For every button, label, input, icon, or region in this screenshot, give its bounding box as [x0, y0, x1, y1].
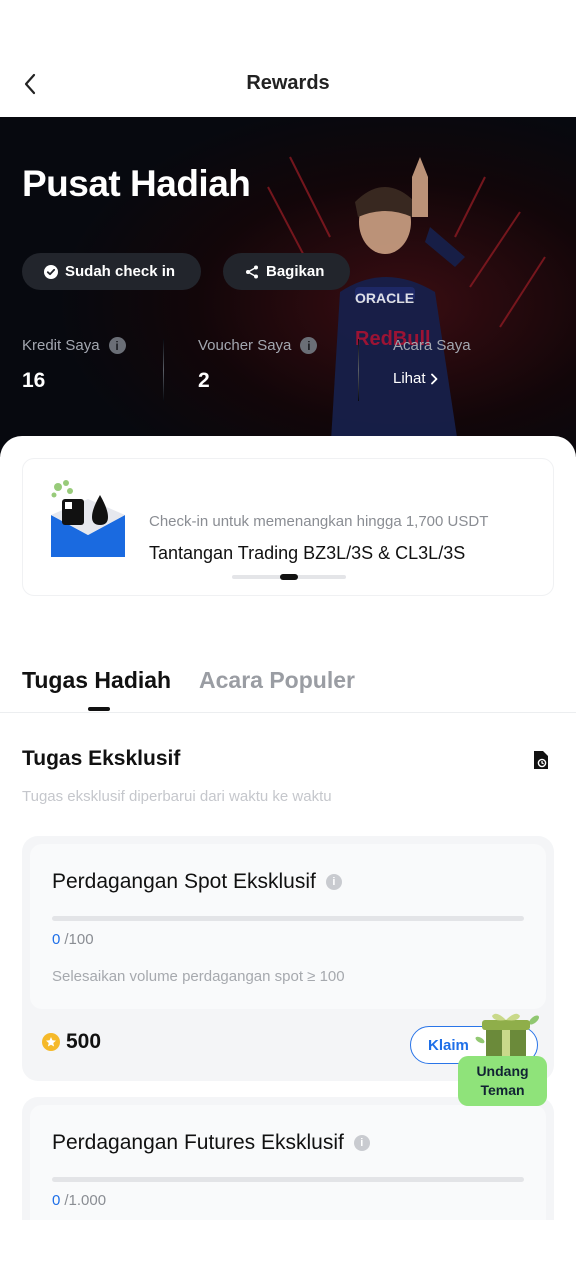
checkin-status-button[interactable]: Sudah check in — [22, 253, 201, 290]
banner-subtitle: Check-in untuk memenangkan hingga 1,700 … — [149, 513, 489, 530]
stat-divider — [358, 339, 359, 401]
invite-friends-button[interactable]: Undang Teman — [458, 1010, 548, 1106]
task-reward-value: 500 — [66, 1030, 102, 1053]
events-label: Acara Saya — [393, 337, 471, 354]
info-icon[interactable]: i — [108, 337, 126, 354]
voucher-label: Voucher Saya — [198, 337, 292, 354]
share-label: Bagikan — [266, 263, 325, 280]
task-title: Perdagangan Spot Eksklusif — [52, 870, 316, 893]
tab-active-indicator — [88, 707, 110, 711]
events-view-link[interactable]: Lihat — [393, 370, 471, 387]
events-link-label: Lihat — [393, 370, 426, 387]
banner-pager — [232, 574, 346, 580]
progress-target: /100 — [64, 931, 94, 948]
checkin-label: Sudah check in — [65, 263, 176, 280]
content-sheet: Check-in untuk memenangkan hingga 1,700 … — [0, 436, 576, 1280]
invite-line2: Teman — [480, 1082, 525, 1098]
info-icon[interactable]: i — [325, 874, 342, 890]
tab-popular-events[interactable]: Acara Populer — [199, 667, 355, 694]
voucher-stat[interactable]: Voucher Saya i 2 — [198, 337, 318, 393]
brent-oil-icon — [51, 480, 125, 557]
banner-title: Tantangan Trading BZ3L/3S & CL3L/3S — [149, 543, 466, 563]
progress-current: 0 — [52, 1192, 61, 1209]
task-reward: 500 — [42, 1030, 101, 1054]
credit-label: Kredit Saya — [22, 337, 100, 354]
share-button[interactable]: Bagikan — [223, 253, 350, 290]
task-progress-text: 0/1.000 — [52, 1192, 106, 1209]
task-title-row: Perdagangan Spot Eksklusif i — [52, 870, 342, 894]
rewards-hero: ORACLE RedBull Pusat Hadiah Sudah check … — [0, 117, 576, 457]
section-title: Tugas Eksklusif — [22, 747, 181, 770]
hero-title: Pusat Hadiah — [22, 163, 251, 204]
info-icon[interactable]: i — [353, 1135, 370, 1151]
share-icon — [246, 265, 258, 278]
progress-current: 0 — [52, 931, 61, 948]
voucher-value: 2 — [198, 369, 210, 392]
tab-reward-tasks[interactable]: Tugas Hadiah — [22, 667, 171, 694]
credit-stat[interactable]: Kredit Saya i 16 — [22, 337, 126, 393]
page-title: Rewards — [246, 72, 330, 94]
stat-divider — [163, 339, 164, 401]
info-icon[interactable]: i — [300, 337, 318, 354]
task-progress-text: 0/100 — [52, 931, 94, 948]
task-title-row: Perdagangan Futures Eksklusif i — [52, 1131, 370, 1155]
section-subtitle: Tugas eksklusif diperbarui dari waktu ke… — [22, 788, 332, 805]
top-bar: Rewards — [0, 0, 576, 117]
invite-line1: Undang — [476, 1063, 529, 1079]
task-title: Perdagangan Futures Eksklusif — [52, 1131, 344, 1154]
chevron-right-icon — [430, 373, 437, 384]
promo-banner[interactable]: Check-in untuk memenangkan hingga 1,700 … — [22, 458, 554, 596]
bottom-safe-area — [0, 1220, 576, 1280]
task-progress-bar — [52, 1177, 524, 1182]
coin-icon — [42, 1033, 60, 1051]
task-progress-bar — [52, 916, 524, 921]
rewards-tabs: Tugas Hadiah Acara Populer — [0, 664, 576, 713]
progress-target: /1.000 — [64, 1192, 107, 1209]
pager-active-dot — [280, 574, 298, 580]
svg-text:ORACLE: ORACLE — [355, 290, 414, 306]
history-document-icon[interactable] — [530, 749, 552, 771]
task-description: Selesaikan volume perdagangan spot ≥ 100 — [52, 968, 345, 985]
credit-value: 16 — [22, 369, 46, 392]
events-stat: Acara Saya Lihat — [393, 337, 471, 387]
task-card-body: Perdagangan Spot Eksklusif i 0/100 Seles… — [30, 844, 546, 1009]
invite-label: Undang Teman — [458, 1056, 547, 1106]
check-circle-icon — [44, 264, 58, 279]
